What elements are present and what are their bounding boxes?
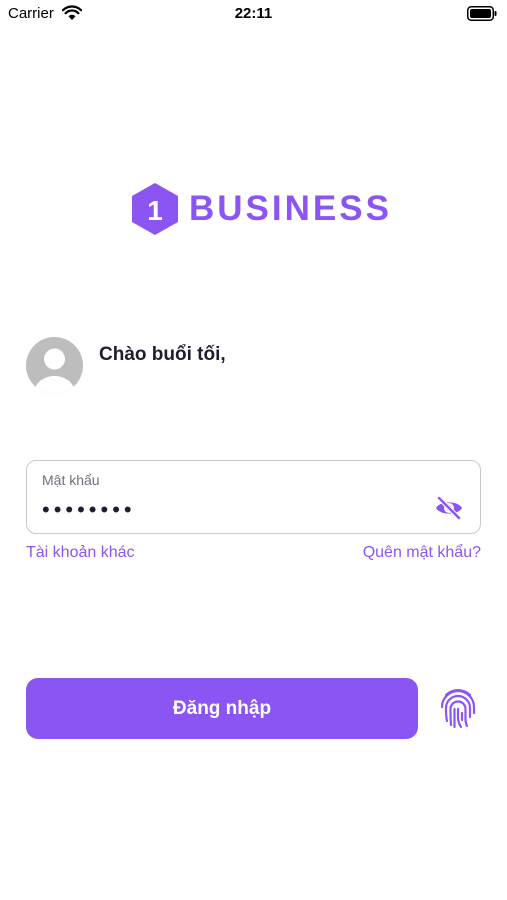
clock: 22:11 [234, 5, 273, 22]
battery-icon [467, 6, 497, 21]
logo-text: BUSINESS [189, 189, 392, 228]
other-account-link[interactable]: Tài khoản khác [26, 544, 135, 562]
password-input[interactable]: •••••••• [42, 497, 136, 523]
logo-hexagon-icon: 1 [132, 183, 178, 235]
status-bar: Carrier 22:11 [0, 0, 507, 30]
logo-badge: 1 [147, 195, 163, 226]
eye-off-icon[interactable] [434, 495, 464, 521]
fingerprint-icon[interactable] [438, 687, 478, 729]
login-button[interactable]: Đăng nhập [26, 678, 418, 739]
greeting-text: Chào buổi tối, [99, 344, 226, 365]
avatar [26, 337, 83, 394]
app-logo: 1 BUSINESS [131, 181, 392, 237]
forgot-password-link[interactable]: Quên mật khẩu? [363, 544, 481, 562]
password-field[interactable]: Mật khẩu •••••••• [26, 460, 481, 534]
password-label: Mật khẩu [42, 472, 100, 488]
